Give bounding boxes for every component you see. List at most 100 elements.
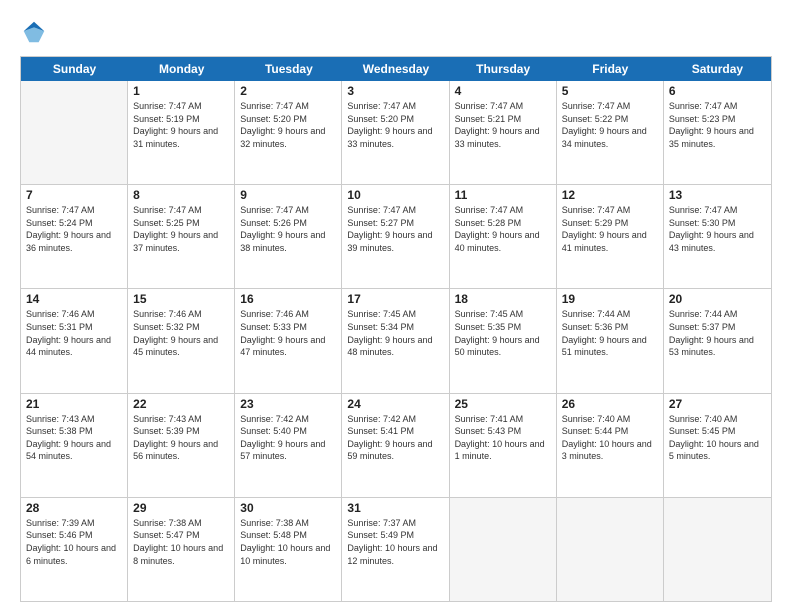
- day-number: 22: [133, 397, 229, 411]
- day-number: 8: [133, 188, 229, 202]
- day-info: Sunrise: 7:47 AMSunset: 5:27 PMDaylight:…: [347, 204, 443, 254]
- calendar-week-4: 21Sunrise: 7:43 AMSunset: 5:38 PMDayligh…: [21, 394, 771, 498]
- day-cell-31: 31Sunrise: 7:37 AMSunset: 5:49 PMDayligh…: [342, 498, 449, 601]
- day-cell-3: 3 Sunrise: 7:47 AMSunset: 5:20 PMDaylight…: [342, 81, 449, 184]
- weekday-header-saturday: Saturday: [664, 57, 771, 81]
- day-number: 28: [26, 501, 122, 515]
- calendar-header: SundayMondayTuesdayWednesdayThursdayFrid…: [21, 57, 771, 81]
- day-cell-5: 5 Sunrise: 7:47 AMSunset: 5:22 PMDaylight…: [557, 81, 664, 184]
- day-number: 27: [669, 397, 766, 411]
- calendar-body: 1Sunrise: 7:47 AMSunset: 5:19 PMDaylight…: [21, 81, 771, 601]
- day-info: Sunrise: 7:47 AMSunset: 5:26 PMDaylight:…: [240, 204, 336, 254]
- day-cell-28: 28 Sunrise: 7:39 AMSunset: 5:46 PMDayligh…: [21, 498, 128, 601]
- day-number: 5: [562, 84, 658, 98]
- empty-cell: [450, 498, 557, 601]
- day-info: Sunrise: 7:47 AMSunset: 5:28 PMDaylight:…: [455, 204, 551, 254]
- day-cell-23: 23 Sunrise: 7:42 AMSunset: 5:40 PMDayligh…: [235, 394, 342, 497]
- day-number: 23: [240, 397, 336, 411]
- day-cell-2: 2 Sunrise: 7:47 AMSunset: 5:20 PMDaylight…: [235, 81, 342, 184]
- day-number: 7: [26, 188, 122, 202]
- day-cell-7: 7 Sunrise: 7:47 AMSunset: 5:24 PMDaylight…: [21, 185, 128, 288]
- day-info: Sunrise: 7:47 AMSunset: 5:20 PMDaylight:…: [240, 100, 336, 150]
- day-info: Sunrise: 7:47 AMSunset: 5:30 PMDaylight:…: [669, 204, 766, 254]
- day-number: 10: [347, 188, 443, 202]
- logo-icon: [20, 18, 48, 46]
- day-cell-13: 13Sunrise: 7:47 AMSunset: 5:30 PMDayligh…: [664, 185, 771, 288]
- day-number: 25: [455, 397, 551, 411]
- day-cell-22: 22 Sunrise: 7:43 AMSunset: 5:39 PMDayligh…: [128, 394, 235, 497]
- calendar: SundayMondayTuesdayWednesdayThursdayFrid…: [20, 56, 772, 602]
- day-number: 26: [562, 397, 658, 411]
- weekday-header-friday: Friday: [557, 57, 664, 81]
- header: [20, 18, 772, 46]
- empty-cell: [21, 81, 128, 184]
- day-number: 3: [347, 84, 443, 98]
- day-cell-14: 14 Sunrise: 7:46 AMSunset: 5:31 PMDayligh…: [21, 289, 128, 392]
- page: SundayMondayTuesdayWednesdayThursdayFrid…: [0, 0, 792, 612]
- day-cell-8: 8 Sunrise: 7:47 AMSunset: 5:25 PMDaylight…: [128, 185, 235, 288]
- day-info: Sunrise: 7:46 AMSunset: 5:31 PMDaylight:…: [26, 308, 122, 358]
- empty-cell: [664, 498, 771, 601]
- day-cell-17: 17Sunrise: 7:45 AMSunset: 5:34 PMDayligh…: [342, 289, 449, 392]
- day-info: Sunrise: 7:43 AMSunset: 5:39 PMDaylight:…: [133, 413, 229, 463]
- day-cell-27: 27Sunrise: 7:40 AMSunset: 5:45 PMDayligh…: [664, 394, 771, 497]
- day-info: Sunrise: 7:47 AMSunset: 5:24 PMDaylight:…: [26, 204, 122, 254]
- day-number: 11: [455, 188, 551, 202]
- day-number: 15: [133, 292, 229, 306]
- day-info: Sunrise: 7:47 AMSunset: 5:22 PMDaylight:…: [562, 100, 658, 150]
- day-number: 4: [455, 84, 551, 98]
- day-number: 6: [669, 84, 766, 98]
- weekday-header-sunday: Sunday: [21, 57, 128, 81]
- weekday-header-tuesday: Tuesday: [235, 57, 342, 81]
- day-info: Sunrise: 7:44 AMSunset: 5:37 PMDaylight:…: [669, 308, 766, 358]
- logo: [20, 18, 52, 46]
- day-cell-29: 29 Sunrise: 7:38 AMSunset: 5:47 PMDayligh…: [128, 498, 235, 601]
- day-info: Sunrise: 7:46 AMSunset: 5:33 PMDaylight:…: [240, 308, 336, 358]
- day-cell-25: 25 Sunrise: 7:41 AMSunset: 5:43 PMDayligh…: [450, 394, 557, 497]
- day-info: Sunrise: 7:47 AMSunset: 5:19 PMDaylight:…: [133, 100, 229, 150]
- day-number: 18: [455, 292, 551, 306]
- day-info: Sunrise: 7:44 AMSunset: 5:36 PMDaylight:…: [562, 308, 658, 358]
- day-number: 19: [562, 292, 658, 306]
- day-info: Sunrise: 7:47 AMSunset: 5:23 PMDaylight:…: [669, 100, 766, 150]
- day-number: 17: [347, 292, 443, 306]
- day-number: 2: [240, 84, 336, 98]
- day-number: 29: [133, 501, 229, 515]
- day-cell-24: 24Sunrise: 7:42 AMSunset: 5:41 PMDayligh…: [342, 394, 449, 497]
- day-cell-16: 16 Sunrise: 7:46 AMSunset: 5:33 PMDayligh…: [235, 289, 342, 392]
- day-number: 30: [240, 501, 336, 515]
- day-info: Sunrise: 7:45 AMSunset: 5:35 PMDaylight:…: [455, 308, 551, 358]
- day-number: 16: [240, 292, 336, 306]
- calendar-week-2: 7 Sunrise: 7:47 AMSunset: 5:24 PMDaylight…: [21, 185, 771, 289]
- calendar-week-3: 14 Sunrise: 7:46 AMSunset: 5:31 PMDayligh…: [21, 289, 771, 393]
- calendar-week-1: 1Sunrise: 7:47 AMSunset: 5:19 PMDaylight…: [21, 81, 771, 185]
- day-info: Sunrise: 7:39 AMSunset: 5:46 PMDaylight:…: [26, 517, 122, 567]
- day-info: Sunrise: 7:37 AMSunset: 5:49 PMDaylight:…: [347, 517, 443, 567]
- day-number: 9: [240, 188, 336, 202]
- day-cell-30: 30 Sunrise: 7:38 AMSunset: 5:48 PMDayligh…: [235, 498, 342, 601]
- day-cell-20: 20Sunrise: 7:44 AMSunset: 5:37 PMDayligh…: [664, 289, 771, 392]
- day-info: Sunrise: 7:47 AMSunset: 5:20 PMDaylight:…: [347, 100, 443, 150]
- day-cell-26: 26Sunrise: 7:40 AMSunset: 5:44 PMDayligh…: [557, 394, 664, 497]
- day-info: Sunrise: 7:38 AMSunset: 5:48 PMDaylight:…: [240, 517, 336, 567]
- day-info: Sunrise: 7:47 AMSunset: 5:25 PMDaylight:…: [133, 204, 229, 254]
- day-number: 14: [26, 292, 122, 306]
- day-cell-21: 21Sunrise: 7:43 AMSunset: 5:38 PMDayligh…: [21, 394, 128, 497]
- empty-cell: [557, 498, 664, 601]
- weekday-header-wednesday: Wednesday: [342, 57, 449, 81]
- day-cell-9: 9 Sunrise: 7:47 AMSunset: 5:26 PMDaylight…: [235, 185, 342, 288]
- day-info: Sunrise: 7:41 AMSunset: 5:43 PMDaylight:…: [455, 413, 551, 463]
- weekday-header-thursday: Thursday: [450, 57, 557, 81]
- day-cell-18: 18 Sunrise: 7:45 AMSunset: 5:35 PMDayligh…: [450, 289, 557, 392]
- day-info: Sunrise: 7:38 AMSunset: 5:47 PMDaylight:…: [133, 517, 229, 567]
- calendar-week-5: 28 Sunrise: 7:39 AMSunset: 5:46 PMDayligh…: [21, 498, 771, 601]
- day-number: 12: [562, 188, 658, 202]
- day-info: Sunrise: 7:42 AMSunset: 5:40 PMDaylight:…: [240, 413, 336, 463]
- day-info: Sunrise: 7:42 AMSunset: 5:41 PMDaylight:…: [347, 413, 443, 463]
- day-cell-10: 10 Sunrise: 7:47 AMSunset: 5:27 PMDayligh…: [342, 185, 449, 288]
- day-number: 21: [26, 397, 122, 411]
- day-info: Sunrise: 7:47 AMSunset: 5:21 PMDaylight:…: [455, 100, 551, 150]
- weekday-header-monday: Monday: [128, 57, 235, 81]
- day-cell-6: 6 Sunrise: 7:47 AMSunset: 5:23 PMDaylight…: [664, 81, 771, 184]
- day-cell-15: 15Sunrise: 7:46 AMSunset: 5:32 PMDayligh…: [128, 289, 235, 392]
